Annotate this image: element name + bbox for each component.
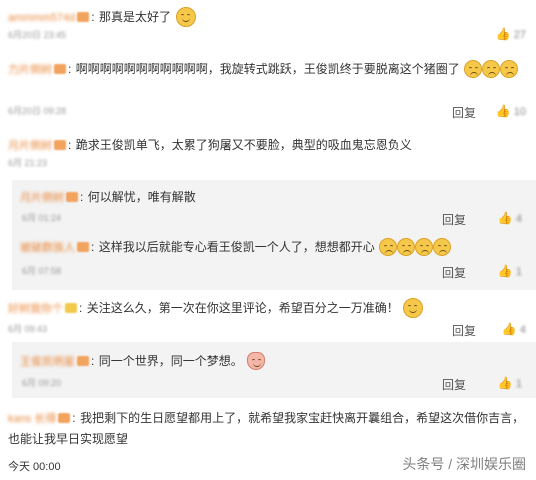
like-button[interactable]: 👍 27 [495,27,526,41]
username[interactable]: 好树我你个 [8,300,63,316]
like-count: 10 [513,106,526,118]
colon: : [80,190,84,204]
sad-emoji-icon [482,59,501,78]
like-count: 1 [515,266,522,278]
level-badge-icon [54,63,66,74]
sad-emoji-icon [464,59,483,78]
comment-header: 好树我你个: 关注这么久，第一次在你这里评论，希望百分之一万准确！ [8,298,424,318]
colon: : [68,62,72,76]
level-badge-icon [77,12,90,22]
thumbs-up-icon: 👍 [495,27,511,41]
like-count: 27 [513,29,526,41]
comment-header: ammmm574d: 那真是太好了 [8,7,196,27]
post-time: 今天 00:00 [8,461,61,473]
username[interactable]: 月片倒树 [20,189,64,205]
timestamp: 6月 01:24 [22,213,62,223]
username[interactable]: 月片倒树 [8,137,52,153]
comment-text: 关注这么久，第一次在你这里评论，希望百分之一万准确！ [86,301,399,316]
like-count: 4 [515,213,522,225]
level-badge-icon [58,412,71,423]
crying-emoji-icon [433,238,452,256]
colon: : [79,301,83,316]
level-badge-icon [66,191,78,202]
reply-button[interactable]: 回复 [452,104,476,121]
thumbs-up-icon: 👍 [501,322,517,336]
timestamp: 6月 07:58 [22,266,62,276]
username[interactable]: 力片倒树 [8,59,52,81]
smile-emoji-icon [175,7,196,27]
level-badge-icon [54,139,66,150]
crying-emoji-icon [415,238,434,256]
timestamp: 6月 21:23 [8,158,48,168]
comment-4: 被破群族人: 这样我以后就能专心看王俊凯一个人了，想想都开心 6月 07:58 … [0,236,536,286]
comment-6: 王俊凯明星: 同一个世界，同一个梦想。 6月 09:20 回复 👍 1 [0,346,536,394]
comment-text: 我把剩下的生日愿望都用上了，就希望我家宝赶快离开曩组合，希望这次借你吉言，也能让… [8,411,525,446]
heart-badge-icon [65,303,77,313]
thumbs-up-icon: 👍 [495,104,511,118]
colon: : [68,138,72,152]
like-button[interactable]: 👍 4 [498,211,522,225]
comment-text: 同一个世界，同一个梦想。 [98,354,243,369]
pig-emoji-icon [247,352,266,370]
username[interactable]: ammmm574d [8,12,75,24]
sad-emoji-icon [500,59,519,78]
like-button[interactable]: 👍 4 [502,322,526,336]
comment-text: 跪求王俊凯单飞，太累了狗屠又不要脸，典型的吸血鬼忘恩负义 [75,138,412,152]
colon: : [91,354,95,369]
comment-header: kans 长得: 我把剩下的生日愿望都用上了，就希望我家宝赶快离开曩组合，希望这… [8,408,528,449]
smile-emoji-icon [403,298,424,318]
timestamp: 6月20日 09:28 [8,106,67,116]
like-count: 4 [519,324,526,336]
colon: : [72,411,76,425]
crying-emoji-icon [379,238,398,256]
comment-header: 月片倒树: 何以解忧，唯有解散 [20,188,196,206]
like-button[interactable]: 👍 1 [498,264,522,278]
comment-header: 力片倒树: 啊啊啊啊啊啊啊啊啊啊啊，我旋转式跳跃，王俊凯终于要脱离这个猪圈了 [8,58,528,81]
colon: : [91,10,95,25]
comment-header: 月片倒树: 跪求王俊凯单飞，太累了狗屠又不要脸，典型的吸血鬼忘恩负义 [8,136,412,154]
username[interactable]: kans 长得 [8,409,56,429]
watermark: 头条号 / 深圳娱乐圈 [402,456,526,472]
like-button[interactable]: 👍 1 [498,376,522,390]
comment-text: 那真是太好了 [99,10,172,25]
like-count: 1 [515,378,522,390]
timestamp: 6月 09:43 [8,324,48,334]
comment-2: 月片倒树: 跪求王俊凯单飞，太累了狗屠又不要脸，典型的吸血鬼忘恩负义 6月 21… [0,130,536,176]
reply-button[interactable]: 回复 [442,264,466,281]
thumbs-up-icon: 👍 [497,264,513,278]
comment-text: 啊啊啊啊啊啊啊啊啊啊啊，我旋转式跳跃，王俊凯终于要脱离这个猪圈了 [75,62,460,76]
thumbs-up-icon: 👍 [497,376,513,390]
timestamp: 6月 09:20 [22,378,62,388]
comment-text: 何以解忧，唯有解散 [87,190,196,204]
comment-5: 好树我你个: 关注这么久，第一次在你这里评论，希望百分之一万准确！ 6月 09:… [0,294,536,340]
username[interactable]: 被破群族人 [20,239,75,255]
comment-0: ammmm574d: 那真是太好了 6月20日 23:45 👍 27 [0,0,536,44]
level-badge-icon [77,242,89,252]
username[interactable]: 王俊凯明星 [20,353,75,369]
thumbs-up-icon: 👍 [497,211,513,225]
comment-3: 月片倒树: 何以解忧，唯有解散 6月 01:24 回复 👍 4 [0,184,536,232]
comment-header: 被破群族人: 这样我以后就能专心看王俊凯一个人了，想想都开心 [20,238,452,256]
reply-button[interactable]: 回复 [442,376,466,393]
reply-button[interactable]: 回复 [452,322,476,339]
comment-header: 王俊凯明星: 同一个世界，同一个梦想。 [20,352,266,370]
level-badge-icon [77,356,89,366]
comment-1: 力片倒树: 啊啊啊啊啊啊啊啊啊啊啊，我旋转式跳跃，王俊凯终于要脱离这个猪圈了 6… [0,54,536,124]
colon: : [91,240,95,255]
reply-button[interactable]: 回复 [442,211,466,228]
timestamp: 6月20日 23:45 [8,30,67,40]
like-button[interactable]: 👍 10 [495,104,526,118]
comment-text: 这样我以后就能专心看王俊凯一个人了，想想都开心 [98,240,375,255]
comment-7: kans 长得: 我把剩下的生日愿望都用上了，就希望我家宝赶快离开曩组合，希望这… [0,406,536,454]
crying-emoji-icon [397,238,416,256]
